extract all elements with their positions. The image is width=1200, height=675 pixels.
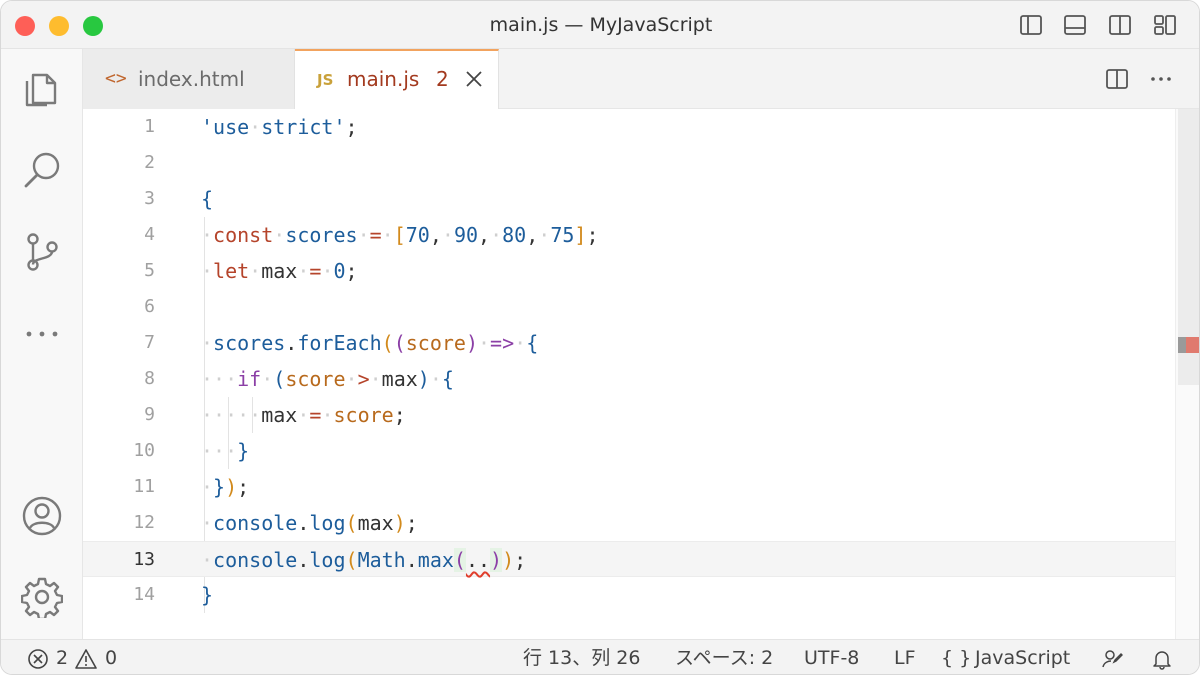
cursor-position[interactable]: 行 13、列 26	[523, 640, 640, 674]
line-number: 12	[133, 512, 155, 533]
code-line-current: 13 ·console.log(Math.max(..));	[83, 541, 1175, 577]
code-text: 'use·strict';	[201, 115, 358, 139]
feedback-icon[interactable]	[1101, 648, 1123, 670]
code-text: ·let·max·=·0;	[201, 259, 358, 283]
error-count[interactable]: 2	[56, 640, 68, 674]
code-line: 4 ·const·scores·=·[70,·90,·80,·75];	[83, 217, 1175, 253]
code-text: ···}	[201, 439, 250, 463]
code-text: ·console.log(Math.max(..));	[201, 548, 527, 572]
tab-label: index.html	[138, 67, 245, 91]
tab-label: main.js	[347, 67, 420, 91]
code-text: {	[201, 187, 214, 211]
code-editor[interactable]: 1 'use·strict'; 2 3 { 4 ·const·scores·=·…	[83, 109, 1175, 639]
split-editor-icon[interactable]	[1105, 67, 1129, 91]
code-text: ·console.log(max);	[201, 511, 418, 535]
vscode-window: main.js — MyJavaScript <> index.html JS …	[0, 0, 1200, 675]
line-number: 3	[144, 188, 155, 209]
status-bar: 2 0 行 13、列 26 スペース: 2 UTF-8 LF { } JavaS…	[1, 639, 1199, 674]
code-text: ·const·scores·=·[70,·90,·80,·75];	[201, 223, 599, 247]
notifications-bell-icon[interactable]	[1151, 648, 1173, 670]
language-mode[interactable]: JavaScript	[975, 640, 1070, 674]
error-icon[interactable]	[27, 648, 49, 670]
html-file-icon: <>	[105, 68, 127, 89]
code-line: 1 'use·strict';	[83, 109, 1175, 145]
code-line: 9 ·····max·=·score;	[83, 397, 1175, 433]
code-line: 5 ·let·max·=·0;	[83, 253, 1175, 289]
account-icon[interactable]	[21, 495, 63, 537]
js-file-icon: JS	[317, 71, 334, 89]
problems-count-badge: 2	[436, 67, 449, 91]
search-icon[interactable]	[21, 149, 63, 191]
code-line: 12 ·console.log(max);	[83, 505, 1175, 541]
toggle-secondary-sidebar-icon[interactable]	[1108, 13, 1132, 37]
cursor-position-marker	[1178, 337, 1186, 353]
line-number: 8	[144, 368, 155, 389]
settings-gear-icon[interactable]	[21, 576, 63, 618]
source-control-icon[interactable]	[21, 231, 63, 273]
warning-count[interactable]: 0	[105, 640, 117, 674]
indentation-setting[interactable]: スペース: 2	[675, 640, 773, 674]
language-mode-braces-icon[interactable]: { }	[941, 640, 971, 674]
warning-icon[interactable]	[75, 648, 97, 670]
title-bar: main.js — MyJavaScript	[1, 1, 1199, 49]
line-number: 10	[133, 440, 155, 461]
explorer-icon[interactable]	[21, 67, 63, 109]
toggle-panel-icon[interactable]	[1063, 13, 1087, 37]
code-text: ·});	[201, 475, 250, 499]
line-number: 13	[133, 549, 155, 570]
code-text: ·····max·=·score;	[201, 403, 406, 427]
line-number: 11	[133, 476, 155, 497]
code-line: 11 ·});	[83, 469, 1175, 505]
line-number: 4	[144, 224, 155, 245]
code-line: 10 ···}	[83, 433, 1175, 469]
customize-layout-icon[interactable]	[1153, 13, 1177, 37]
end-of-line-sequence[interactable]: LF	[894, 640, 916, 674]
code-line: 8 ···if·(score·>·max)·{	[83, 361, 1175, 397]
line-number: 6	[144, 296, 155, 317]
line-number: 1	[144, 116, 155, 137]
code-text: ·scores.forEach((score)·=>·{	[201, 331, 539, 355]
line-number: 5	[144, 260, 155, 281]
error-overview-marker	[1186, 337, 1199, 353]
code-text: ···if·(score·>·max)·{	[201, 367, 454, 391]
toggle-primary-sidebar-icon[interactable]	[1019, 13, 1043, 37]
code-line: 2	[83, 145, 1175, 181]
close-tab-icon[interactable]	[465, 70, 483, 88]
file-encoding[interactable]: UTF-8	[804, 640, 859, 674]
code-line: 3 {	[83, 181, 1175, 217]
tab-main-js[interactable]: JS main.js 2	[295, 49, 499, 110]
code-line: 6	[83, 289, 1175, 325]
line-number: 14	[133, 584, 155, 605]
more-actions-icon[interactable]	[1149, 67, 1173, 91]
code-line: 14 }	[83, 577, 1175, 613]
more-icon[interactable]	[21, 313, 63, 355]
activity-bar	[1, 49, 83, 639]
code-text: }	[201, 583, 214, 607]
line-number: 2	[144, 152, 155, 173]
line-number: 9	[144, 404, 155, 425]
line-number: 7	[144, 332, 155, 353]
code-line: 7 ·scores.forEach((score)·=>·{	[83, 325, 1175, 361]
tab-index-html[interactable]: <> index.html	[83, 49, 295, 109]
editor-tab-bar: <> index.html JS main.js 2	[83, 49, 1199, 110]
vertical-scrollbar[interactable]	[1175, 109, 1199, 639]
